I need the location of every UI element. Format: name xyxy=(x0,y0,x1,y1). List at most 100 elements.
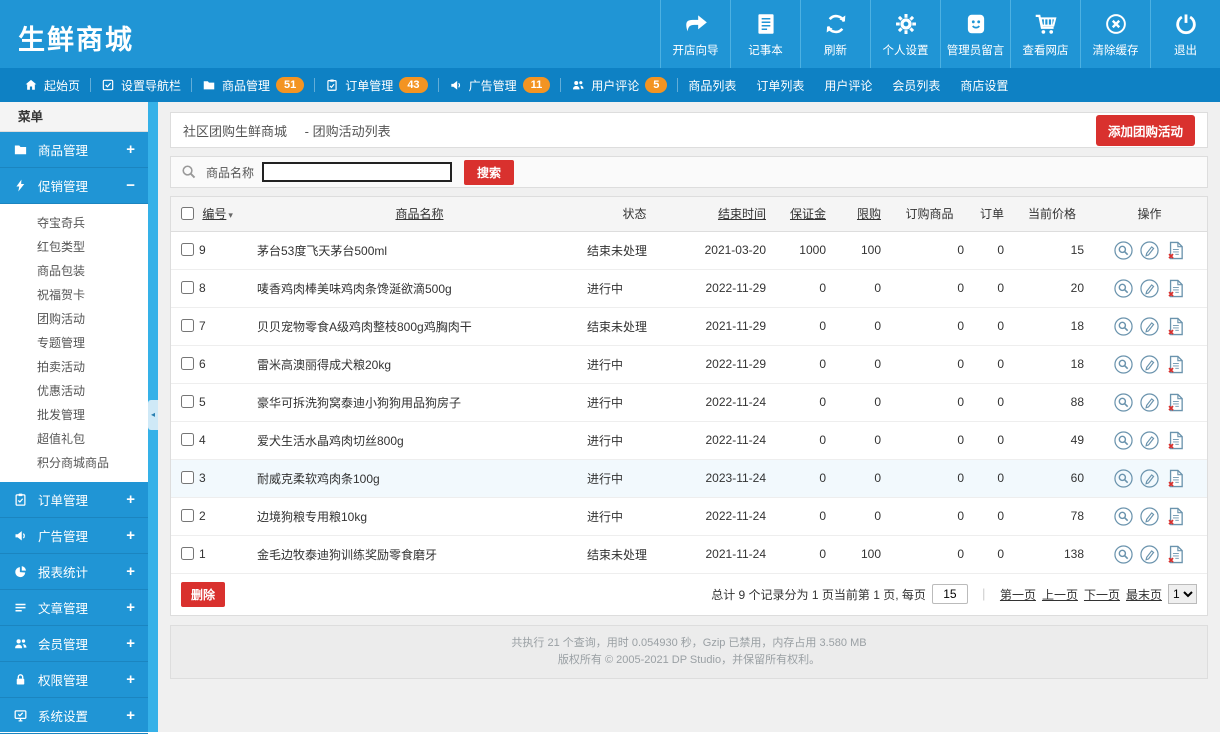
delete-icon[interactable] xyxy=(1166,317,1185,336)
nav-item-shop-settings[interactable]: 商店设置 xyxy=(950,77,1018,94)
delete-icon[interactable] xyxy=(1166,469,1185,488)
edit-icon[interactable] xyxy=(1140,507,1159,526)
nav-item-home[interactable]: 起始页 xyxy=(14,77,90,94)
nav-item-order-list[interactable]: 订单列表 xyxy=(746,77,814,94)
edit-icon[interactable] xyxy=(1140,469,1159,488)
sidebar-item-auction[interactable]: 拍卖活动 xyxy=(0,355,148,379)
per-page-input[interactable] xyxy=(931,584,968,604)
view-icon[interactable] xyxy=(1114,469,1133,488)
edit-icon[interactable] xyxy=(1140,241,1159,260)
view-icon[interactable] xyxy=(1114,545,1133,564)
nav-label: 会员列表 xyxy=(892,78,941,93)
nav-item-navbar-settings[interactable]: 设置导航栏 xyxy=(91,77,191,94)
logout-button[interactable]: 退出 xyxy=(1150,0,1220,68)
next-page-link[interactable]: 下一页 xyxy=(1084,586,1120,603)
sidebar-group-reports[interactable]: 报表统计 + xyxy=(0,554,148,590)
personal-settings-button[interactable]: 个人设置 xyxy=(870,0,940,68)
edit-icon[interactable] xyxy=(1140,393,1159,412)
row-checkbox[interactable] xyxy=(181,281,194,294)
view-icon[interactable] xyxy=(1114,317,1133,336)
delete-button[interactable]: 删除 xyxy=(181,581,226,607)
delete-icon[interactable] xyxy=(1166,279,1185,298)
row-checkbox[interactable] xyxy=(181,509,194,522)
row-checkbox[interactable] xyxy=(181,395,194,408)
breadcrumb-site: 社区团购生鲜商城 xyxy=(183,123,288,139)
sort-by-end[interactable]: 结束时间 xyxy=(718,207,766,221)
delete-icon[interactable] xyxy=(1166,431,1185,450)
sort-by-id[interactable]: 编号 xyxy=(202,207,226,221)
sidebar-item-value-pack[interactable]: 超值礼包 xyxy=(0,427,148,451)
row-checkbox[interactable] xyxy=(181,433,194,446)
nav-item-member-list[interactable]: 会员列表 xyxy=(882,77,950,94)
view-icon[interactable] xyxy=(1114,431,1133,450)
row-checkbox[interactable] xyxy=(181,471,194,484)
clear-cache-button[interactable]: 清除缓存 xyxy=(1080,0,1150,68)
nav-item-products[interactable]: 商品管理 51 xyxy=(192,77,314,94)
first-page-link[interactable]: 第一页 xyxy=(1000,586,1036,603)
open-shop-wizard-button[interactable]: 开店向导 xyxy=(660,0,730,68)
sidebar-group-orders[interactable]: 订单管理 + xyxy=(0,482,148,518)
nav-item-user-comment-list[interactable]: 用户评论 xyxy=(814,77,882,94)
edit-icon[interactable] xyxy=(1140,355,1159,374)
sidebar-item-group-buy[interactable]: 团购活动 xyxy=(0,307,148,331)
nav-item-product-list[interactable]: 商品列表 xyxy=(678,77,746,94)
table-row: 5 豪华可拆洗狗窝泰迪小狗狗用品狗房子 进行中 2022-11-24 0 0 0… xyxy=(171,383,1207,421)
sidebar-item-discount[interactable]: 优惠活动 xyxy=(0,379,148,403)
sort-by-limit[interactable]: 限购 xyxy=(857,207,881,221)
notepad-button[interactable]: 记事本 xyxy=(730,0,800,68)
sidebar-item-packaging[interactable]: 商品包装 xyxy=(0,259,148,283)
prev-page-link[interactable]: 上一页 xyxy=(1042,586,1078,603)
nav-item-ads[interactable]: 广告管理 11 xyxy=(439,77,561,94)
row-checkbox[interactable] xyxy=(181,357,194,370)
sidebar-group-members[interactable]: 会员管理 + xyxy=(0,626,148,662)
nav-label: 广告管理 xyxy=(468,78,517,93)
sort-by-deposit[interactable]: 保证金 xyxy=(790,207,826,221)
sidebar-group-products[interactable]: 商品管理 + xyxy=(0,132,148,168)
nav-item-orders[interactable]: 订单管理 43 xyxy=(315,77,437,94)
edit-icon[interactable] xyxy=(1140,545,1159,564)
row-checkbox[interactable] xyxy=(181,547,194,560)
group-label: 权限管理 xyxy=(38,674,89,688)
delete-icon[interactable] xyxy=(1166,241,1185,260)
search-button[interactable]: 搜索 xyxy=(464,159,515,185)
edit-icon[interactable] xyxy=(1140,317,1159,336)
view-icon[interactable] xyxy=(1114,279,1133,298)
page-select[interactable]: 1 xyxy=(1168,584,1197,604)
nav-item-user-comments[interactable]: 用户评论 5 xyxy=(561,77,677,94)
last-page-link[interactable]: 最末页 xyxy=(1126,586,1162,603)
edit-icon[interactable] xyxy=(1140,279,1159,298)
add-groupbuy-button[interactable]: 添加团购活动 xyxy=(1095,114,1195,146)
sort-by-name[interactable]: 商品名称 xyxy=(395,207,443,221)
admin-message-button[interactable]: 管理员留言 xyxy=(940,0,1010,68)
row-product-name: 豪华可拆洗狗窝泰迪小狗狗用品狗房子 xyxy=(257,395,462,410)
expand-icon: + xyxy=(126,141,135,158)
sidebar-item-topics[interactable]: 专题管理 xyxy=(0,331,148,355)
delete-icon[interactable] xyxy=(1166,507,1185,526)
sidebar-group-articles[interactable]: 文章管理 + xyxy=(0,590,148,626)
row-deposit: 1000 xyxy=(799,243,826,257)
sidebar-item-redpacket[interactable]: 红包类型 xyxy=(0,235,148,259)
view-icon[interactable] xyxy=(1114,241,1133,260)
sidebar-item-wholesale[interactable]: 批发管理 xyxy=(0,403,148,427)
refresh-button[interactable]: 刷新 xyxy=(800,0,870,68)
sidebar-group-system[interactable]: 系统设置 + xyxy=(0,698,148,734)
select-all-checkbox[interactable] xyxy=(181,207,194,221)
sidebar-group-permissions[interactable]: 权限管理 + xyxy=(0,662,148,698)
row-checkbox[interactable] xyxy=(181,319,194,332)
sidebar-item-treasure[interactable]: 夺宝奇兵 xyxy=(0,211,148,235)
view-icon[interactable] xyxy=(1114,507,1133,526)
sidebar-group-promotions[interactable]: 促销管理 − xyxy=(0,168,148,204)
view-icon[interactable] xyxy=(1114,393,1133,412)
delete-icon[interactable] xyxy=(1166,355,1185,374)
view-shop-button[interactable]: 查看网店 xyxy=(1010,0,1080,68)
delete-icon[interactable] xyxy=(1166,545,1185,564)
sidebar-item-greeting-card[interactable]: 祝福贺卡 xyxy=(0,283,148,307)
row-checkbox[interactable] xyxy=(181,243,194,256)
sidebar-group-ads[interactable]: 广告管理 + xyxy=(0,518,148,554)
product-name-input[interactable] xyxy=(262,162,453,182)
delete-icon[interactable] xyxy=(1166,393,1185,412)
edit-icon[interactable] xyxy=(1140,431,1159,450)
sidebar-item-points-mall[interactable]: 积分商城商品 xyxy=(0,451,148,475)
view-icon[interactable] xyxy=(1114,355,1133,374)
sidebar-collapse-handle[interactable]: ◂ xyxy=(148,400,158,430)
